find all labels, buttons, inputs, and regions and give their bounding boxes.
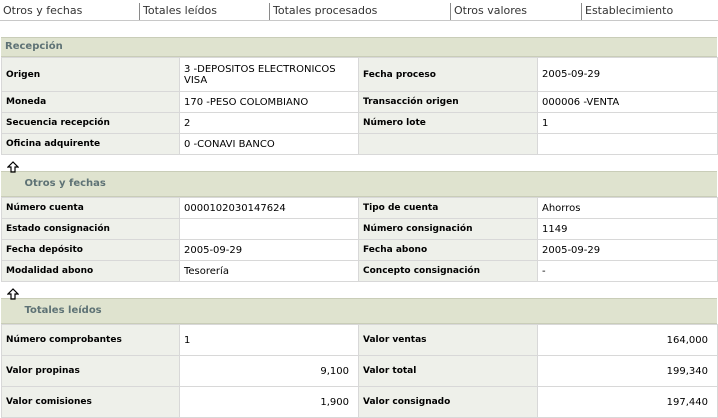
table-row: Modalidad abono Tesorería Concepto consi… [1, 260, 718, 282]
field-label: Fecha proceso [358, 57, 538, 92]
field-label: Valor comisiones [1, 386, 180, 418]
field-value: 0000102030147624 [179, 197, 359, 219]
field-value: 1149 [537, 218, 718, 240]
field-value [179, 218, 359, 240]
table-row: Oficina adquirente 0 -CONAVI BANCO [1, 133, 718, 155]
table-row: Secuencia recepción 2 Número lote 1 [1, 112, 718, 134]
recepcion-title: Recepción [5, 41, 63, 52]
field-value: 9,100 [179, 355, 359, 387]
field-value: 1,900 [179, 386, 359, 418]
otros-fechas-header: Otros y fechas [1, 161, 717, 197]
field-label: Valor propinas [1, 355, 180, 387]
totales-leidos-table: Número comprobantes 1 Valor ventas 164,0… [1, 324, 718, 418]
totales-leidos-section: Totales leídos Número comprobantes 1 Val… [1, 288, 718, 418]
field-label: Número lote [358, 112, 538, 134]
field-value: 170 -PESO COLOMBIANO [179, 91, 359, 113]
field-label: Tipo de cuenta [358, 197, 538, 219]
field-label: Fecha abono [358, 239, 538, 261]
field-value: 197,440 [537, 386, 718, 418]
tab-establecimiento[interactable]: Establecimiento [581, 3, 718, 20]
field-value: Ahorros [537, 197, 718, 219]
recepcion-section: Recepción Origen 3 -DEPOSITOS ELECTRONIC… [1, 37, 718, 155]
totales-leidos-title: Totales leídos [24, 305, 102, 316]
tab-otros-valores[interactable]: Otros valores [450, 3, 581, 20]
field-label: Número consignación [358, 218, 538, 240]
table-row: Origen 3 -DEPOSITOS ELECTRONICOS VISA Fe… [1, 57, 718, 92]
recepcion-header: Recepción [1, 37, 717, 57]
table-row: Fecha depósito 2005-09-29 Fecha abono 20… [1, 239, 718, 261]
field-value: 164,000 [537, 324, 718, 356]
field-value [537, 133, 718, 155]
tab-totales-procesados[interactable]: Totales procesados [269, 3, 450, 20]
field-value: 2 [179, 112, 359, 134]
field-value: 1 [537, 112, 718, 134]
table-row: Valor propinas 9,100 Valor total 199,340 [1, 355, 718, 387]
field-label: Secuencia recepción [1, 112, 180, 134]
field-value: 2005-09-29 [537, 57, 718, 92]
field-value: 000006 -VENTA [537, 91, 718, 113]
table-row: Moneda 170 -PESO COLOMBIANO Transacción … [1, 91, 718, 113]
field-label: Valor consignado [358, 386, 538, 418]
otros-fechas-table: Número cuenta 0000102030147624 Tipo de c… [1, 197, 718, 282]
field-label: Valor ventas [358, 324, 538, 356]
field-label: Estado consignación [1, 218, 180, 240]
field-label: Número cuenta [1, 197, 180, 219]
field-label [358, 133, 538, 155]
field-value: 0 -CONAVI BANCO [179, 133, 359, 155]
tab-totales-leidos[interactable]: Totales leídos [139, 3, 269, 20]
field-label: Transacción origen [358, 91, 538, 113]
field-label: Origen [1, 57, 180, 92]
table-row: Valor comisiones 1,900 Valor consignado … [1, 386, 718, 418]
recepcion-table: Origen 3 -DEPOSITOS ELECTRONICOS VISA Fe… [1, 57, 718, 155]
table-row: Número cuenta 0000102030147624 Tipo de c… [1, 197, 718, 219]
field-label: Modalidad abono [1, 260, 180, 282]
field-label: Moneda [1, 91, 180, 113]
field-value: 2005-09-29 [179, 239, 359, 261]
totales-leidos-header: Totales leídos [1, 288, 717, 324]
field-value: - [537, 260, 718, 282]
field-value: 1 [179, 324, 359, 356]
tab-otros-fechas[interactable]: Otros y fechas [0, 3, 139, 20]
field-value: Tesorería [179, 260, 359, 282]
otros-fechas-section: Otros y fechas Número cuenta 00001020301… [1, 161, 718, 282]
field-value: 2005-09-29 [537, 239, 718, 261]
field-value: 199,340 [537, 355, 718, 387]
field-value: 3 -DEPOSITOS ELECTRONICOS VISA [179, 57, 359, 92]
otros-fechas-title: Otros y fechas [24, 178, 106, 189]
field-label: Valor total [358, 355, 538, 387]
field-label: Concepto consignación [358, 260, 538, 282]
table-row: Estado consignación Número consignación … [1, 218, 718, 240]
tab-divider [0, 20, 718, 21]
field-label: Fecha depósito [1, 239, 180, 261]
field-label: Número comprobantes [1, 324, 180, 356]
table-row: Número comprobantes 1 Valor ventas 164,0… [1, 324, 718, 356]
field-label: Oficina adquirente [1, 133, 180, 155]
tab-bar: Otros y fechas Totales leídos Totales pr… [0, 0, 718, 22]
